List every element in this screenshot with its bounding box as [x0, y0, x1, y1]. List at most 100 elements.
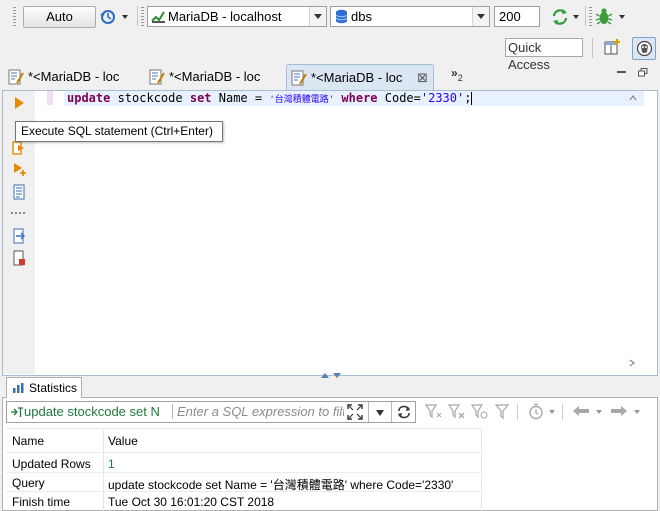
keyword-where: where — [334, 91, 385, 105]
sql-code-literal: '2330' — [420, 91, 465, 105]
transaction-mode-button[interactable]: Auto — [23, 6, 96, 28]
open-perspective-icon[interactable] — [602, 37, 624, 59]
toolbar-grip — [13, 7, 16, 27]
editor-tab-bar: *<MariaDB - loc *<MariaDB - loc *<MariaD… — [0, 64, 660, 91]
tab-statistics[interactable]: Statistics — [6, 377, 82, 398]
close-tab-icon[interactable]: ⊠ — [417, 65, 428, 90]
refresh-icon[interactable] — [550, 7, 570, 27]
editor-tab-3-active[interactable]: *<MariaDB - loc ⊠ — [286, 64, 434, 91]
connection-icon — [151, 11, 165, 23]
filter-history-dropdown[interactable] — [368, 402, 390, 422]
line-marker — [47, 91, 53, 105]
toolbar-separator — [592, 38, 593, 58]
scroll-up-icon[interactable] — [629, 95, 637, 101]
schema-label: dbs — [351, 9, 372, 24]
keyword-set: set — [189, 91, 212, 105]
chevron-down-icon[interactable] — [309, 7, 326, 26]
debug-dropdown-icon[interactable] — [619, 15, 625, 19]
history-icon[interactable] — [99, 8, 117, 26]
column-header-name[interactable]: Name — [12, 434, 44, 448]
maximize-icon[interactable] — [638, 68, 648, 77]
toolbar-separator — [585, 6, 586, 26]
database-icon — [335, 9, 348, 24]
toolbar-grip — [589, 7, 592, 27]
timer-icon[interactable] — [527, 403, 545, 420]
toolbar-separator — [517, 403, 518, 420]
sql-condition: Code= — [384, 91, 421, 105]
scroll-right-icon[interactable] — [629, 359, 635, 367]
execute-statement-icon[interactable] — [12, 95, 26, 111]
toolbar-separator — [137, 6, 138, 26]
row-name-query: Query — [12, 476, 45, 490]
result-limit-input[interactable]: 200 — [494, 6, 540, 27]
tab-overflow-button[interactable]: »2 — [451, 66, 463, 83]
timer-dropdown-icon[interactable] — [549, 410, 555, 414]
sql-editor-icon — [291, 70, 307, 86]
debug-icon[interactable] — [595, 7, 613, 26]
keyword-update: update — [67, 91, 111, 105]
statistics-tab-label: Statistics — [29, 381, 78, 395]
panel-sash-toggle-icon[interactable] — [320, 372, 344, 379]
minimize-icon[interactable] — [617, 71, 626, 73]
refresh-dropdown-icon[interactable] — [573, 15, 579, 19]
execute-new-tab-icon[interactable] — [12, 161, 27, 177]
row-value-finish-time[interactable]: Tue Oct 30 16:01:20 CST 2018 — [108, 495, 274, 509]
filter-order-icon[interactable] — [495, 404, 511, 420]
grid-top-line — [6, 428, 482, 429]
sql-name-literal: '台灣積體電路' — [269, 95, 335, 105]
double-chevron-icon: » — [451, 66, 458, 80]
refresh-results-button[interactable] — [391, 402, 415, 422]
filter-expand-button[interactable] — [344, 402, 366, 422]
filter-settings-icon[interactable] — [471, 404, 489, 420]
execute-tooltip: Execute SQL statement (Ctrl+Enter) — [15, 121, 223, 142]
query-text-icon — [11, 407, 23, 417]
chevron-down-icon[interactable] — [472, 7, 489, 26]
executed-query-label[interactable]: update stockcode set N — [24, 404, 160, 419]
column-header-value[interactable]: Value — [108, 434, 138, 448]
dbeaver-logo-icon — [636, 40, 653, 57]
row-name-updated-rows: Updated Rows — [12, 457, 91, 471]
editor-tab-label: *<MariaDB - loc — [28, 69, 120, 84]
expand-arrows-icon — [347, 404, 363, 420]
sync-icon — [398, 405, 410, 419]
text-caret — [471, 92, 473, 105]
editor-tab-2[interactable]: *<MariaDB - loc — [145, 64, 283, 91]
editor-tab-label: *<MariaDB - loc — [311, 70, 403, 85]
datasource-selector[interactable]: MariaDB - localhost — [147, 6, 327, 27]
toolbar-grip — [141, 7, 144, 27]
dbeaver-perspective-button[interactable] — [632, 37, 656, 60]
row-name-finish-time: Finish time — [12, 495, 71, 509]
editor-tab-1[interactable]: *<MariaDB - loc — [4, 64, 142, 91]
back-arrow-icon[interactable] — [572, 405, 590, 417]
overflow-count: 2 — [457, 73, 463, 83]
editor-tab-label: *<MariaDB - loc — [169, 69, 261, 84]
filter-icon[interactable] — [425, 404, 443, 420]
sql-editor-icon — [149, 69, 165, 85]
quick-access-input[interactable]: Quick Access — [505, 38, 583, 72]
chevron-down-icon — [376, 410, 384, 416]
row-divider — [6, 452, 482, 453]
sql-end: ; — [464, 91, 472, 105]
load-script-icon[interactable] — [12, 228, 26, 244]
schema-selector[interactable]: dbs — [330, 6, 490, 27]
export-script-icon[interactable] — [12, 250, 26, 266]
sql-editor-icon — [8, 69, 24, 85]
sql-code-line[interactable]: update stockcode set Name = '台灣積體電路' whe… — [67, 91, 473, 106]
forward-dropdown-icon[interactable] — [634, 410, 640, 414]
back-dropdown-icon[interactable] — [596, 410, 602, 414]
row-divider — [6, 491, 482, 492]
sql-assign: Name = — [211, 91, 270, 105]
grid-right-border — [481, 430, 482, 511]
filter-separator — [172, 404, 173, 419]
row-value-updated-rows[interactable]: 1 — [108, 457, 115, 471]
datasource-label: MariaDB - localhost — [168, 9, 282, 24]
forward-arrow-icon[interactable] — [610, 405, 628, 417]
explain-plan-icon[interactable] — [12, 184, 26, 200]
filter-expression-input[interactable]: Enter a SQL expression to filter — [177, 404, 357, 419]
toolbar-separator — [562, 403, 563, 420]
row-divider — [6, 472, 482, 473]
execute-script-icon[interactable] — [12, 140, 26, 156]
history-dropdown-icon[interactable] — [122, 15, 128, 19]
side-toolbar-separator — [11, 212, 27, 214]
remove-filter-icon[interactable] — [448, 404, 466, 420]
